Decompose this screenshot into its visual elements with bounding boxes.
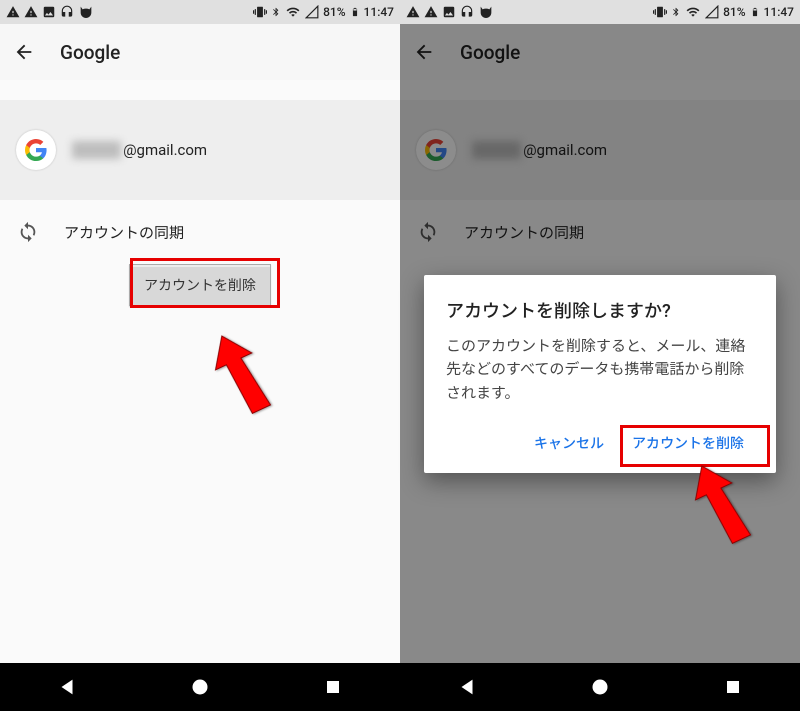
cat-icon: [78, 5, 94, 19]
bluetooth-icon: [671, 5, 681, 19]
page-title: Google: [60, 41, 120, 64]
confirm-dialog: アカウントを削除しますか? このアカウントを削除すると、メール、連絡先などのすべ…: [424, 275, 776, 473]
navigation-bar: [0, 663, 400, 711]
dialog-title: アカウントを削除しますか?: [446, 297, 754, 323]
screen-left: 81% 11:47 Google user @gmail.com アカウントの同…: [0, 0, 400, 711]
dialog-actions: キャンセル アカウントを削除: [446, 423, 754, 463]
dialog-cancel-button[interactable]: キャンセル: [524, 423, 614, 463]
dialog-body: このアカウントを削除すると、メール、連絡先などのすべてのデータも携帯電話から削除…: [446, 335, 754, 405]
battery-icon: [350, 5, 360, 19]
sync-row[interactable]: アカウントの同期: [0, 200, 400, 264]
nav-back-button[interactable]: [53, 673, 81, 701]
headphones-icon: [60, 5, 74, 19]
back-button[interactable]: [12, 40, 36, 64]
image-icon: [42, 5, 56, 19]
battery-percent: 81%: [323, 5, 345, 19]
clock: 11:47: [764, 5, 794, 19]
annotation-arrow-icon: [205, 330, 275, 420]
warning-icon: [424, 5, 438, 19]
status-bar: 81% 11:47: [400, 0, 800, 24]
account-user-hidden: user: [72, 141, 121, 159]
wifi-icon: [285, 5, 301, 19]
warning-icon: [406, 5, 420, 19]
nav-recents-button[interactable]: [719, 673, 747, 701]
nav-home-button[interactable]: [186, 673, 214, 701]
headphones-icon: [460, 5, 474, 19]
remove-button-row: アカウントを削除: [0, 264, 400, 316]
signal-icon: [305, 5, 319, 19]
nav-recents-button[interactable]: [319, 673, 347, 701]
status-left: [406, 5, 494, 19]
bluetooth-icon: [271, 5, 281, 19]
account-domain: @gmail.com: [123, 141, 207, 159]
battery-icon: [750, 5, 760, 19]
dialog-confirm-button[interactable]: アカウントを削除: [622, 423, 754, 463]
vibrate-icon: [653, 5, 667, 19]
screen-right: 81% 11:47 Google user @gmail.com アカウントの同…: [400, 0, 800, 711]
sync-label: アカウントの同期: [64, 222, 184, 243]
nav-back-button[interactable]: [453, 673, 481, 701]
clock: 11:47: [364, 5, 394, 19]
vibrate-icon: [253, 5, 267, 19]
status-bar: 81% 11:47: [0, 0, 400, 24]
account-email: user @gmail.com: [72, 141, 207, 159]
cat-icon: [478, 5, 494, 19]
remove-account-button[interactable]: アカウントを削除: [129, 264, 271, 306]
navigation-bar: [400, 663, 800, 711]
warning-icon: [6, 5, 20, 19]
warning-icon: [24, 5, 38, 19]
status-left: [6, 5, 94, 19]
nav-home-button[interactable]: [586, 673, 614, 701]
app-bar: Google: [0, 24, 400, 80]
battery-percent: 81%: [723, 5, 745, 19]
signal-icon: [705, 5, 719, 19]
account-section[interactable]: user @gmail.com: [0, 100, 400, 200]
sync-icon: [16, 220, 40, 244]
status-right: 81% 11:47: [653, 5, 794, 19]
wifi-icon: [685, 5, 701, 19]
status-right: 81% 11:47: [253, 5, 394, 19]
google-logo-icon: [16, 130, 56, 170]
image-icon: [442, 5, 456, 19]
